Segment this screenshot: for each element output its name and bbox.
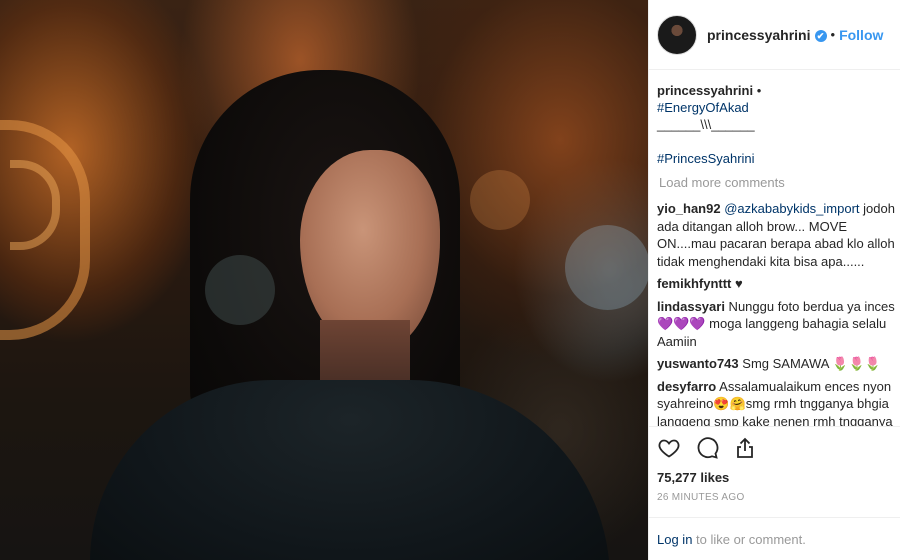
post-actions: 75,277 likes 26 MINUTES AGO Log in to li… <box>649 426 900 560</box>
comment-icon[interactable] <box>695 436 719 460</box>
header-username[interactable]: princessyahrini ✔ <box>707 27 827 43</box>
comment-text: Aamiin <box>657 333 697 349</box>
post-header: princessyahrini ✔ • Follow <box>649 0 900 70</box>
post-timestamp: 26 MINUTES AGO <box>657 492 745 503</box>
comment-item: yuswanto743 Smg SAMAWA 🌷🌷🌷 <box>657 355 900 373</box>
avatar[interactable] <box>657 14 697 55</box>
comments-list[interactable]: princessyahrini • #EnergyOfAkad ______\\… <box>649 70 900 426</box>
comment-text: Nunggu foto berdua ya inces <box>724 298 895 314</box>
comment-username[interactable]: yuswanto743 <box>657 356 739 371</box>
comment-username[interactable]: desyfarro <box>657 379 716 394</box>
comment-text: Smg SAMAWA 🌷🌷🌷 <box>738 356 881 371</box>
hashtag-link[interactable]: #EnergyOfAkad <box>657 99 900 116</box>
post-sidebar: princessyahrini ✔ • Follow princessyahrin… <box>648 0 900 560</box>
comment-item: femikhfynttt ♥ <box>657 275 900 293</box>
instagram-post: princessyahrini ✔ • Follow princessyahrin… <box>0 0 900 560</box>
comment-item: yio_han92 @azkababykids_import jodoh ada… <box>657 200 900 270</box>
hashtag-link[interactable]: #PrincesSyahrini <box>657 150 900 167</box>
comment-username[interactable]: femikhfynttt <box>657 276 731 291</box>
load-more-comments-button[interactable]: Load more comments <box>659 175 900 190</box>
follow-button[interactable]: Follow <box>839 27 883 43</box>
comment-username[interactable]: lindassyari <box>657 299 725 314</box>
bokeh-light <box>470 170 530 230</box>
comment-text: ON....mau pacaran berapa abad klo alloh <box>657 236 895 251</box>
comment-text: syahreino😍🤗smg rmh tngganya bhgia <box>657 396 889 411</box>
verified-badge-icon: ✔ <box>814 29 827 42</box>
username-text[interactable]: princessyahrini <box>707 27 811 43</box>
bokeh-light <box>205 255 275 325</box>
comment-mention-link[interactable]: @azkababykids_import <box>724 201 859 216</box>
comment-text: 💜💜💜 moga langgeng bahagia selalu <box>657 316 887 331</box>
comment-text: tidak menghendaki kita bisa apa...... <box>657 253 865 269</box>
heart-icon[interactable] <box>657 436 681 460</box>
post-caption: princessyahrini • #EnergyOfAkad ______\\… <box>657 82 900 167</box>
comment-text: ♥ <box>731 276 743 291</box>
comment-text: Assalamualaikum ences nyon <box>716 378 892 394</box>
caption-username[interactable]: princessyahrini <box>657 83 753 98</box>
comment-text: langgeng smp kake nenen rmh tngganya <box>657 413 893 427</box>
comment-item: desyfarro Assalamualaikum ences nyon sya… <box>657 378 900 427</box>
bokeh-light <box>565 225 648 310</box>
login-prompt-text: to like or comment. <box>692 532 806 547</box>
post-photo[interactable] <box>0 0 648 560</box>
share-icon[interactable] <box>733 436 757 460</box>
action-icons <box>657 429 893 467</box>
login-link[interactable]: Log in <box>657 532 692 547</box>
caption-bullet: • <box>756 83 762 98</box>
separator-dot: • <box>830 27 836 42</box>
caption-line: ______\\\______ <box>657 117 755 132</box>
woman-body <box>90 380 610 560</box>
comment-item: lindassyari Nunggu foto berdua ya inces … <box>657 298 900 351</box>
comment-username[interactable]: yio_han92 <box>657 201 721 216</box>
comment-text: ada ditangan alloh brow... MOVE <box>657 218 848 234</box>
comment-text: jodoh <box>859 201 895 216</box>
likes-count[interactable]: 75,277 likes <box>657 470 893 485</box>
login-prompt: Log in to like or comment. <box>649 517 900 547</box>
